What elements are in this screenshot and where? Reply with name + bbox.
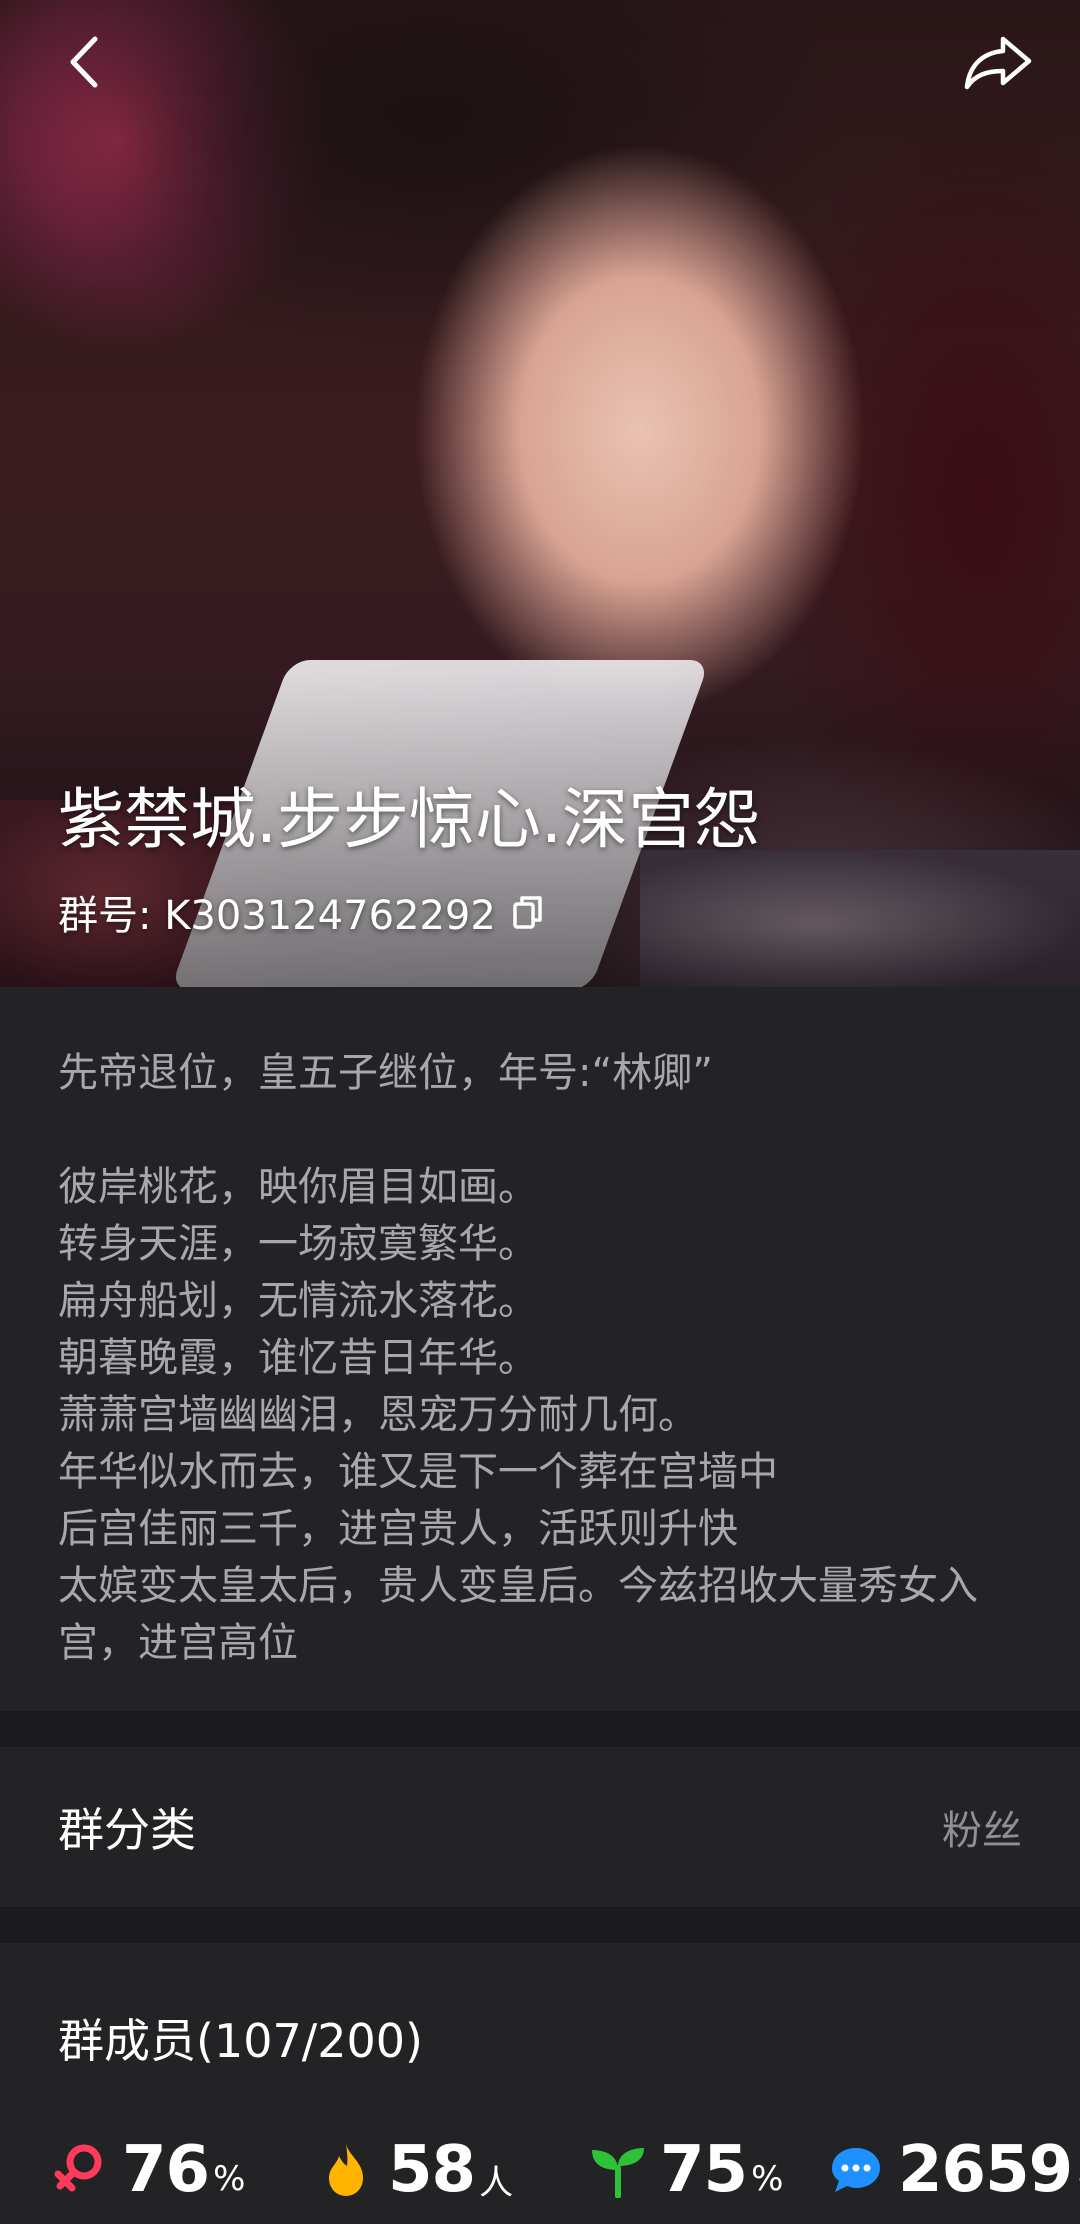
stat-unit: % xyxy=(751,2159,784,2199)
stat-unit: 人 xyxy=(479,2162,514,2203)
stat-messages: 2659 + xyxy=(828,2125,1080,2215)
stat-growth: 75 % xyxy=(590,2125,783,2215)
member-stats-row: 76 % 58 人 75 % 2659 xyxy=(0,2125,1080,2215)
group-id-row: 群号: K303124762292 xyxy=(58,882,548,942)
group-members-section[interactable]: 群成员(107/200) 76 % 58 人 75 % 2659 xyxy=(0,1943,1080,2224)
chat-bubble-icon xyxy=(828,2142,884,2198)
description-line: 年华似水而去，谁又是下一个葬在宫墙中 xyxy=(58,1449,778,1495)
stat-value: 58 xyxy=(388,2133,476,2207)
description-line: 转身天涯，一场寂寞繁华。 xyxy=(58,1221,538,1267)
description-line: 彼岸桃花，映你眉目如画。 xyxy=(58,1164,538,1210)
stat-female-ratio: 76 % xyxy=(52,2125,245,2215)
copy-icon xyxy=(513,896,542,929)
copy-group-id-button[interactable] xyxy=(512,892,548,932)
category-label: 群分类 xyxy=(58,1803,196,1857)
stat-unit: + xyxy=(1076,2159,1080,2199)
description-line: 朝暮晚霞，谁忆昔日年华。 xyxy=(58,1335,538,1381)
stat-value: 2659 xyxy=(898,2133,1073,2207)
stat-value: 75 xyxy=(660,2133,748,2207)
female-icon xyxy=(52,2142,108,2198)
group-title: 紫禁城.步步惊心.深宫怨 xyxy=(58,781,760,858)
description-line: 宫，进宫高位 xyxy=(58,1620,298,1666)
description-line: 萧萧宫墙幽幽泪，恩宠万分耐几何。 xyxy=(58,1392,698,1438)
stat-value: 76 xyxy=(122,2133,210,2207)
stat-active-members: 58 人 xyxy=(318,2125,513,2215)
description-line: 扁舟船划，无情流水落花。 xyxy=(58,1278,538,1324)
description-line: 后宫佳丽三千，进宫贵人，活跃则升快 xyxy=(58,1506,738,1552)
hero-cover-image: 紫禁城.步步惊心.深宫怨 群号: K303124762292 xyxy=(0,0,1080,987)
group-category-row[interactable]: 群分类 粉丝 xyxy=(0,1747,1080,1907)
description-first-line: 先帝退位，皇五子继位，年号:“林卿” xyxy=(58,1050,713,1096)
category-value: 粉丝 xyxy=(942,1808,1022,1854)
back-button[interactable] xyxy=(52,30,116,94)
group-id-text: 群号: K303124762292 xyxy=(58,893,496,939)
chevron-left-icon xyxy=(70,36,98,88)
group-profile-page: 紫禁城.步步惊心.深宫怨 群号: K303124762292 先帝退位，皇五子继… xyxy=(0,0,1080,2224)
flame-icon xyxy=(318,2142,374,2198)
stat-unit: % xyxy=(213,2159,246,2199)
sprout-icon xyxy=(590,2142,646,2198)
description-line: 太嫔变太皇太后，贵人变皇后。今兹招收大量秀女入 xyxy=(58,1563,978,1609)
members-title: 群成员(107/200) xyxy=(58,2014,423,2068)
group-description: 先帝退位，皇五子继位，年号:“林卿” 彼岸桃花，映你眉目如画。 转身天涯，一场寂… xyxy=(0,987,1080,1711)
share-button[interactable] xyxy=(958,28,1038,98)
share-arrow-icon xyxy=(964,36,1032,90)
